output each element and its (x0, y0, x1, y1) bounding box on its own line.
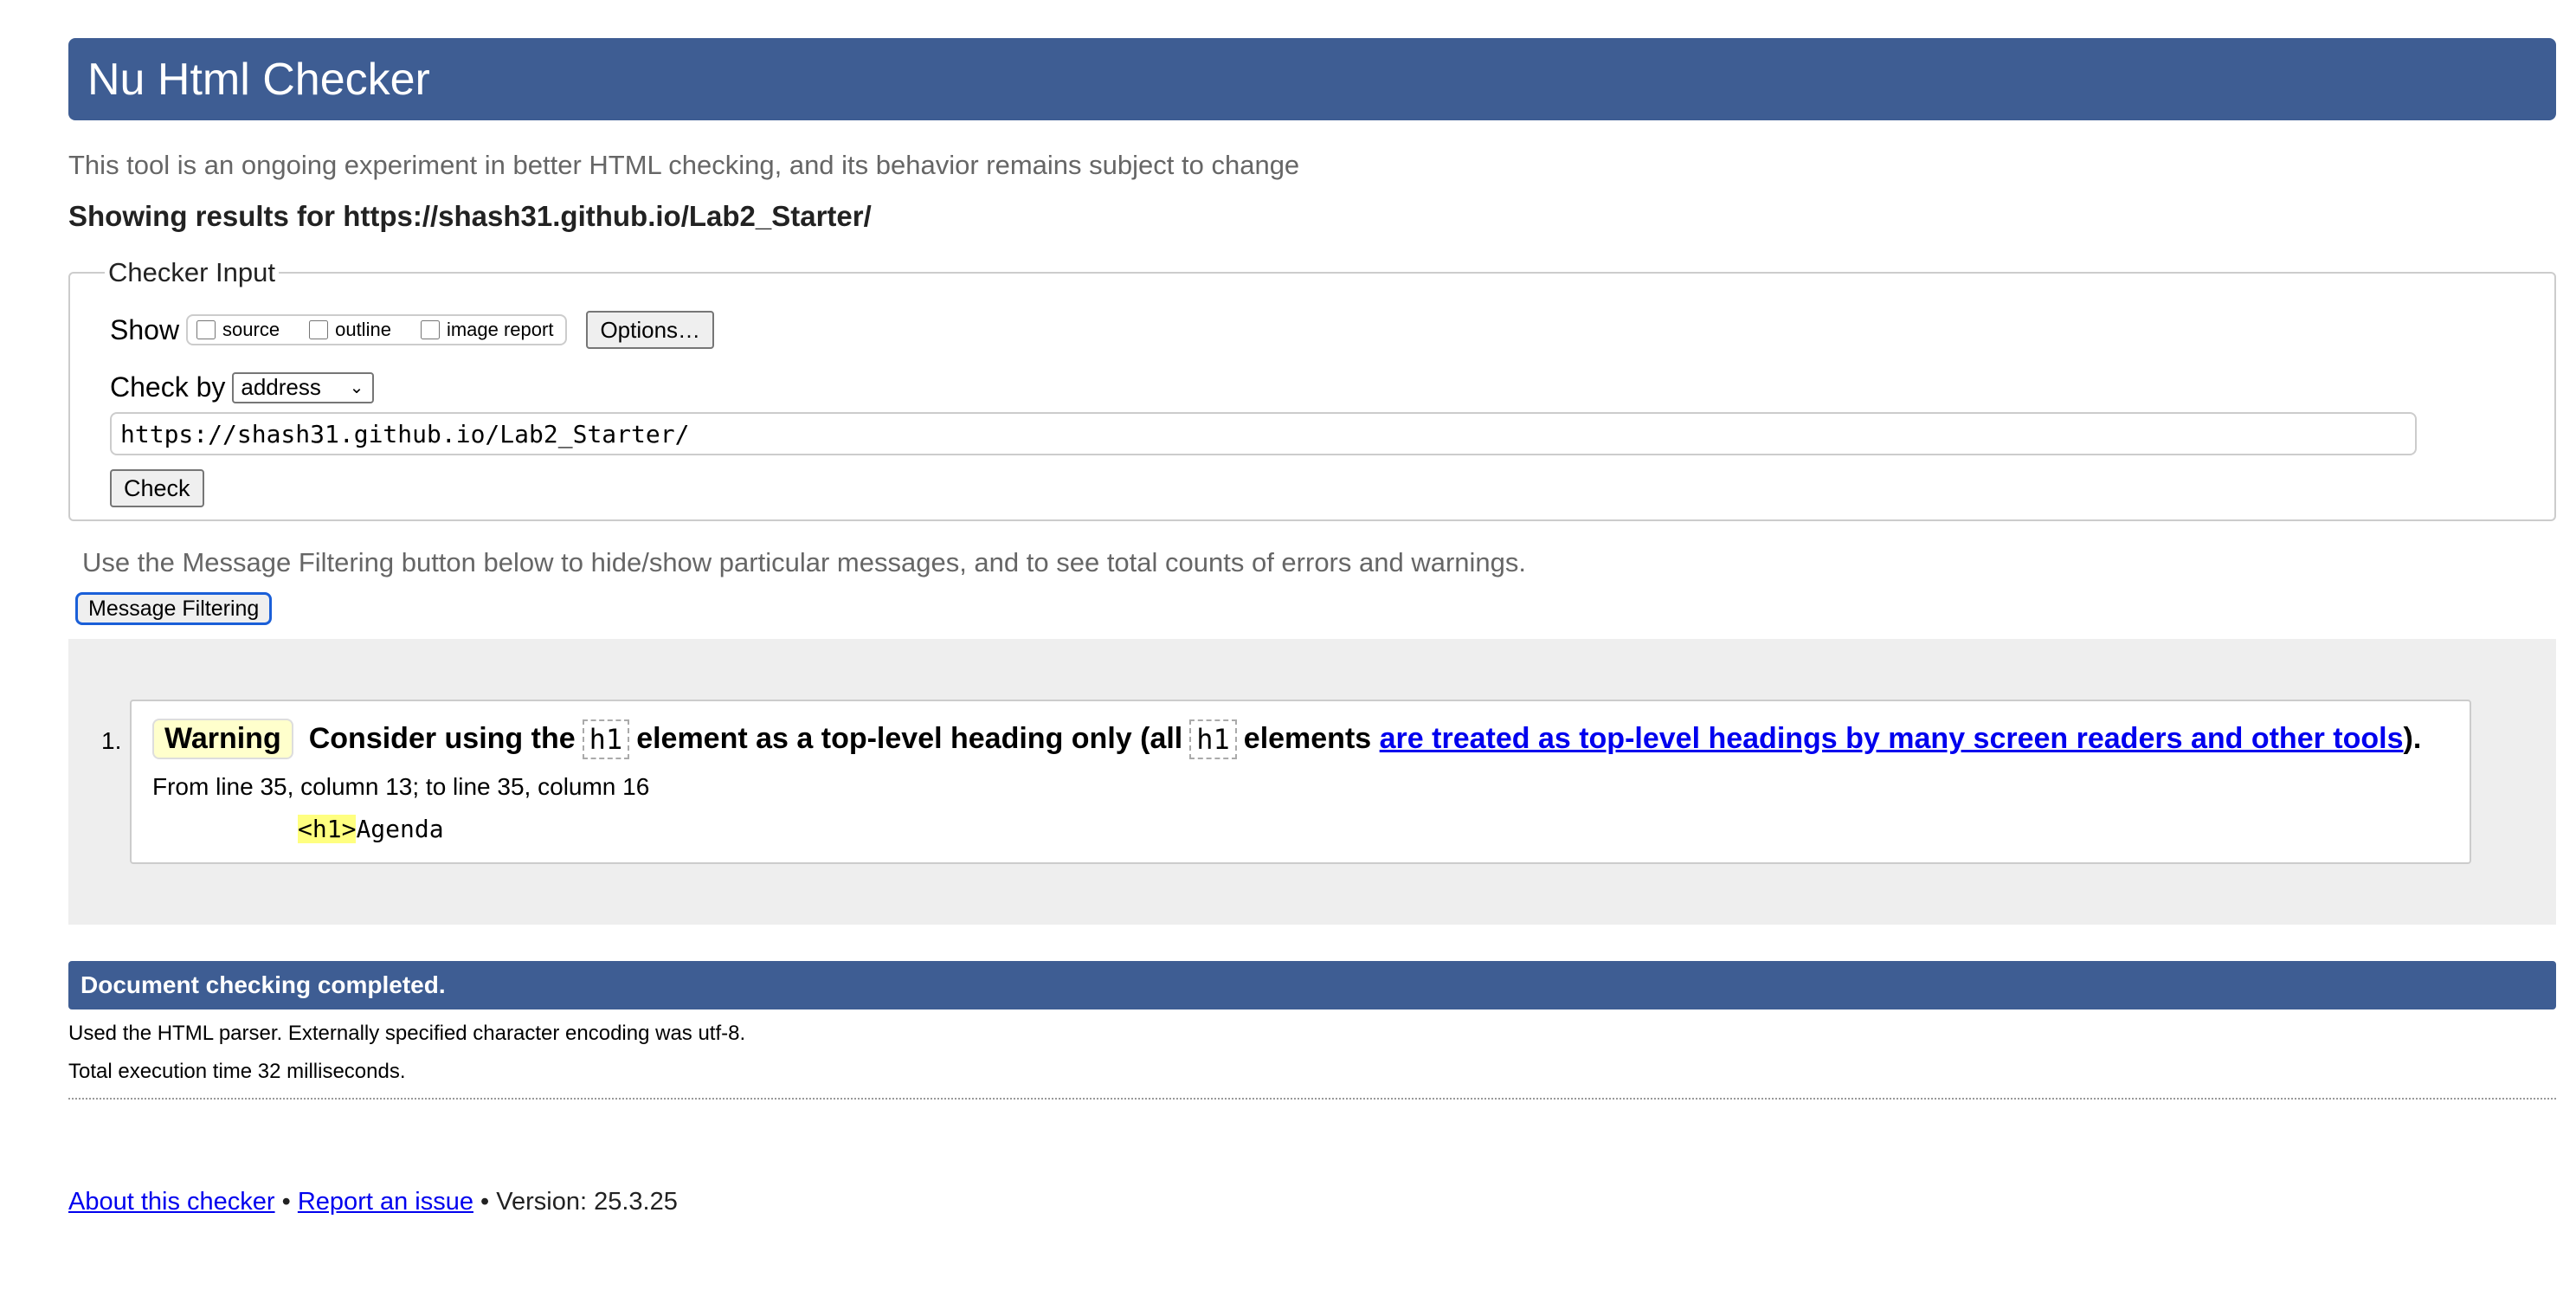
message-text-b: element as a top-level heading only (all (636, 722, 1183, 755)
parser-note: Used the HTML parser. Externally specifi… (68, 1022, 746, 1045)
page: Nu Html Checker This tool is an ongoing … (68, 38, 2556, 1216)
execution-time: Total execution time 32 milliseconds. (68, 1060, 406, 1083)
show-options-group: source outline image report (186, 314, 568, 345)
checker-input-panel: Checker Input Show source outline image … (68, 257, 2556, 521)
check-by-select[interactable]: address ⌄ (232, 371, 375, 403)
warning-badge: Warning (152, 719, 293, 759)
about-link[interactable]: About this checker (68, 1188, 275, 1216)
check-by-label: Check by (110, 371, 226, 403)
extract-rest: Agenda (356, 815, 444, 843)
report-issue-link[interactable]: Report an issue (298, 1188, 473, 1216)
message-filtering-button[interactable]: Message Filtering (75, 592, 273, 625)
extract-highlight: <h1> (298, 815, 357, 843)
message-text-d: ). (2403, 722, 2422, 755)
divider (68, 1098, 2556, 1100)
showing-results: Showing results for https://shash31.gith… (68, 200, 872, 232)
show-outline-label: outline (335, 319, 391, 340)
message-number: 1. (101, 727, 122, 754)
top-level-headings-link[interactable]: are treated as top-level headings by man… (1380, 722, 2404, 756)
header-bar: Nu Html Checker (68, 38, 2556, 120)
message-location: From line 35, column 13; to line 35, col… (152, 773, 650, 800)
message-item: Warning Consider using the h1 element as… (130, 700, 2471, 864)
show-image-report-option[interactable]: image report (420, 319, 554, 341)
show-row: Show source outline image report Options… (110, 311, 2515, 349)
check-by-row: Check by address ⌄ (110, 371, 2515, 403)
code-h1-b: h1 (1189, 719, 1237, 759)
chevron-down-icon: ⌄ (349, 378, 364, 397)
checker-input-legend: Checker Input (108, 257, 275, 287)
footer: About this checker • Report an issue • V… (68, 1188, 2556, 1216)
check-button[interactable]: Check (110, 469, 204, 507)
show-outline-option[interactable]: outline (309, 319, 391, 341)
show-source-label: source (222, 319, 280, 340)
code-extract: <h1>Agenda (298, 815, 2449, 843)
page-title: Nu Html Checker (87, 54, 430, 105)
show-source-checkbox[interactable] (196, 320, 216, 339)
results-panel: 1. Warning Consider using the h1 element… (68, 639, 2556, 925)
show-label: Show (110, 313, 180, 345)
show-image-report-label: image report (446, 319, 554, 340)
completion-bar: Document checking completed. (68, 961, 2556, 1009)
check-by-value: address (241, 374, 321, 400)
show-outline-checkbox[interactable] (309, 320, 329, 339)
version-text: • Version: 25.3.25 (473, 1188, 678, 1216)
show-image-report-checkbox[interactable] (420, 320, 440, 339)
filter-hint: Use the Message Filtering button below t… (82, 547, 1527, 577)
show-source-option[interactable]: source (196, 319, 280, 341)
tagline: This tool is an ongoing experiment in be… (68, 150, 1300, 180)
message-text-a: Consider using the (308, 722, 576, 755)
completion-details: Used the HTML parser. Externally specifi… (68, 1022, 2556, 1084)
code-h1-a: h1 (582, 719, 630, 759)
message-text: Warning Consider using the h1 element as… (152, 719, 2449, 759)
url-input[interactable] (110, 412, 2417, 455)
footer-separator: • (274, 1188, 298, 1216)
message-text-c: elements (1243, 722, 1372, 755)
options-button[interactable]: Options… (586, 311, 715, 349)
